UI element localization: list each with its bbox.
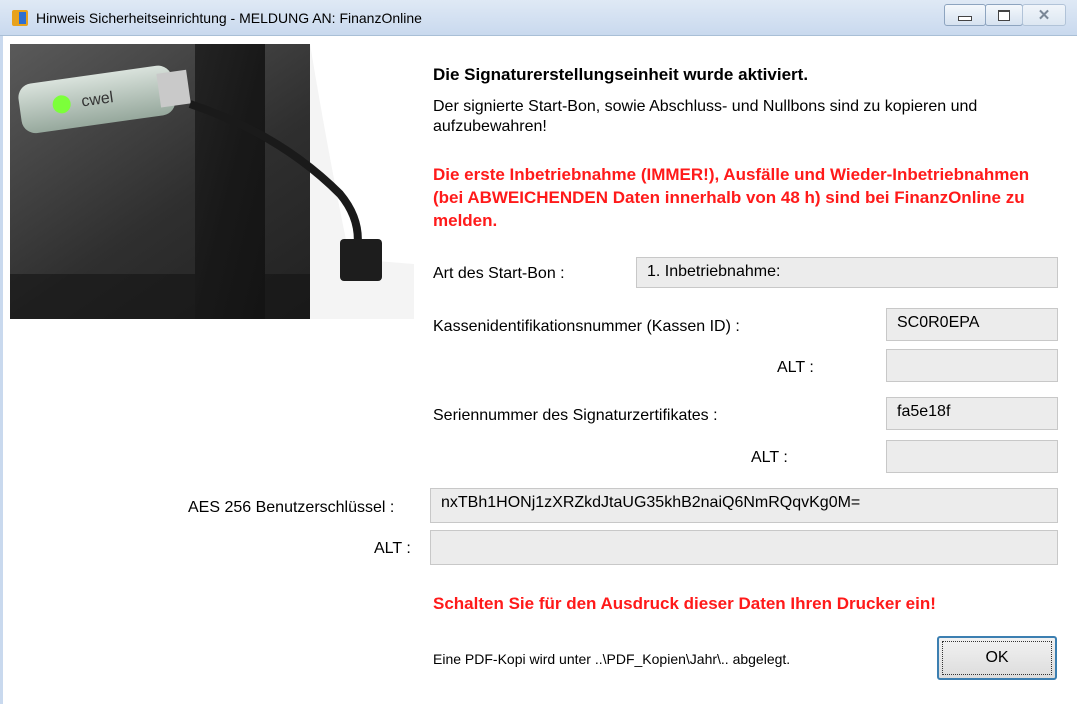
info-text: Der signierte Start-Bon, sowie Abschluss… [433, 98, 978, 135]
start-bon-label: Art des Start-Bon : [433, 265, 565, 282]
aes-key-alt-label: ALT : [374, 540, 411, 557]
kassen-id-field: SC0R0EPA [886, 308, 1058, 341]
serial-alt-field [886, 440, 1058, 473]
printer-notice: Schalten Sie für den Ausdruck dieser Dat… [433, 594, 936, 613]
app-icon [12, 10, 28, 26]
minimize-icon [958, 15, 972, 21]
kassen-id-alt-field [886, 349, 1058, 382]
usb-device-photo: cwel [10, 44, 414, 319]
close-icon: ✕ [1037, 7, 1051, 24]
aes-key-alt-field [430, 530, 1058, 565]
serial-label: Seriennummer des Signaturzertifikates : [433, 407, 718, 424]
aes-key-label: AES 256 Benutzerschlüssel : [188, 499, 395, 516]
pdf-copy-note: Eine PDF-Kopi wird unter ..\PDF_Kopien\J… [433, 651, 791, 667]
start-bon-field: 1. Inbetriebnahme: [636, 257, 1058, 288]
minimize-button[interactable] [944, 4, 986, 26]
window-frame [0, 36, 3, 704]
close-button[interactable]: ✕ [1022, 4, 1066, 26]
activation-heading: Die Signaturerstellungseinheit wurde akt… [433, 65, 809, 84]
kassen-id-alt-label: ALT : [777, 359, 814, 376]
serial-field: fa5e18f [886, 397, 1058, 430]
maximize-button[interactable] [985, 4, 1023, 26]
title-bar[interactable]: Hinweis Sicherheitseinrichtung - MELDUNG… [0, 0, 1077, 36]
report-warning: Die erste Inbetriebnahme (IMMER!), Ausfä… [433, 165, 1030, 230]
serial-alt-label: ALT : [751, 449, 788, 466]
kassen-id-label: Kassenidentifikationsnummer (Kassen ID) … [433, 318, 740, 335]
maximize-icon [998, 9, 1010, 21]
window-title: Hinweis Sicherheitseinrichtung - MELDUNG… [36, 10, 422, 26]
aes-key-field: nxTBh1HONj1zXRZkdJtaUG35khB2naiQ6NmRQqvK… [430, 488, 1058, 523]
ok-button[interactable]: OK [937, 636, 1057, 680]
